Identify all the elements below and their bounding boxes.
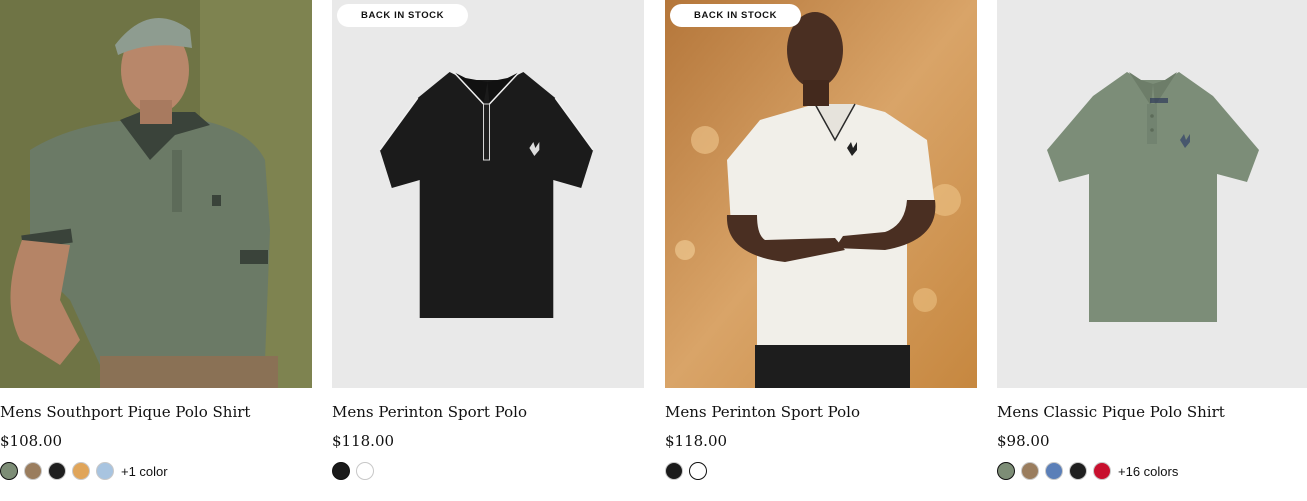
color-swatches <box>332 462 374 480</box>
more-colors-link[interactable]: +1 color <box>121 464 168 479</box>
product-price: $118.00 <box>665 432 728 450</box>
swatch-orange[interactable] <box>72 462 90 480</box>
product-card: BACK IN STOCK Mens Perinton Sport Polo $… <box>665 0 977 501</box>
back-in-stock-badge: BACK IN STOCK <box>670 4 802 27</box>
swatch-black[interactable] <box>665 462 683 480</box>
model-photo-olive-polo <box>0 0 312 388</box>
swatch-black[interactable] <box>1069 462 1087 480</box>
product-card: Mens Southport Pique Polo Shirt $108.00 … <box>0 0 312 501</box>
product-price: $98.00 <box>997 432 1050 450</box>
swatch-light-blue[interactable] <box>96 462 114 480</box>
product-grid: Mens Southport Pique Polo Shirt $108.00 … <box>0 0 1307 501</box>
product-title[interactable]: Mens Southport Pique Polo Shirt <box>0 403 250 421</box>
swatch-black[interactable] <box>332 462 350 480</box>
model-photo-white-polo <box>665 0 977 388</box>
swatch-blue[interactable] <box>1045 462 1063 480</box>
black-polo-product-photo <box>332 0 644 388</box>
swatch-black[interactable] <box>48 462 66 480</box>
product-card: BACK IN STOCK Mens Perinton Sport Polo $… <box>332 0 644 501</box>
swatch-white[interactable] <box>689 462 707 480</box>
product-image[interactable] <box>0 0 312 388</box>
product-title[interactable]: Mens Perinton Sport Polo <box>665 403 860 421</box>
back-in-stock-badge: BACK IN STOCK <box>337 4 469 27</box>
product-card: Mens Classic Pique Polo Shirt $98.00 +16… <box>997 0 1307 501</box>
product-image[interactable]: BACK IN STOCK <box>332 0 644 388</box>
product-title[interactable]: Mens Classic Pique Polo Shirt <box>997 403 1225 421</box>
color-swatches: +1 color <box>0 462 168 480</box>
swatch-brown[interactable] <box>1021 462 1039 480</box>
color-swatches <box>665 462 707 480</box>
green-polo-product-photo <box>997 0 1307 388</box>
product-image[interactable] <box>997 0 1307 388</box>
color-swatches: +16 colors <box>997 462 1178 480</box>
swatch-brown[interactable] <box>24 462 42 480</box>
more-colors-link[interactable]: +16 colors <box>1118 464 1178 479</box>
swatch-white[interactable] <box>356 462 374 480</box>
product-image[interactable]: BACK IN STOCK <box>665 0 977 388</box>
swatch-green[interactable] <box>997 462 1015 480</box>
product-price: $118.00 <box>332 432 395 450</box>
swatch-red[interactable] <box>1093 462 1111 480</box>
swatch-green[interactable] <box>0 462 18 480</box>
product-price: $108.00 <box>0 432 63 450</box>
product-title[interactable]: Mens Perinton Sport Polo <box>332 403 527 421</box>
